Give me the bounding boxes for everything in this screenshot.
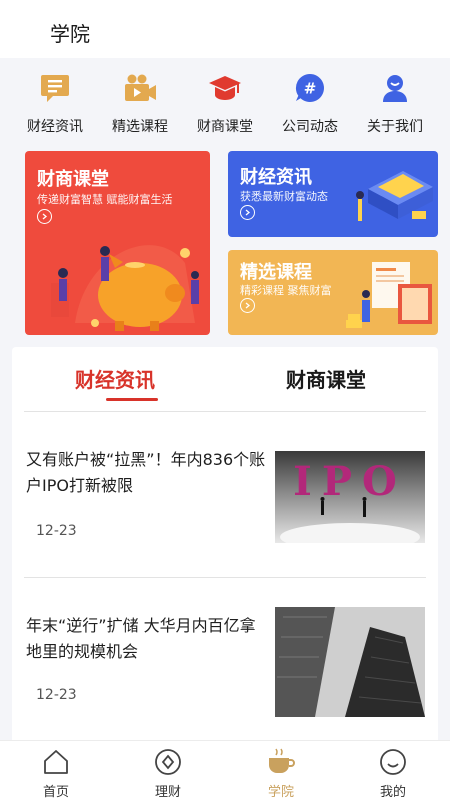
article-date: 12-23 [36,687,77,703]
article-title: 年末“逆行”扩储 大华月内百亿拿地里的规模机会 [26,616,256,661]
quick-nav-item-classroom[interactable]: 财商课堂 [180,70,270,136]
banner-subtitle: 获悉最新财富动态 [240,190,328,203]
home-icon [41,747,71,777]
quick-nav-item-company[interactable]: # 公司动态 [265,70,355,136]
profile-icon [378,747,408,777]
quick-nav-label: 财商课堂 [197,119,253,135]
banner-title: 财商课堂 [37,169,109,190]
coffee-cup-icon [266,747,296,777]
tabbar-item-me[interactable]: 我的 [358,747,428,800]
banner-news[interactable]: 财经资讯 获悉最新财富动态 [228,151,438,237]
arrow-right-icon [240,205,255,220]
hashtag-icon: # [292,70,328,106]
news-icon [37,70,73,106]
courses-illustration [346,262,432,328]
bottom-tab-bar: 首页 理财 学院 我的 [0,740,450,801]
article-feed: 财经资讯 财商课堂 又有账户被“拉黑”！年内836个账户IPO打新被限 12-2… [12,347,438,757]
arrow-right-icon [37,209,52,224]
quick-nav-label: 关于我们 [367,119,423,135]
banner-subtitle: 精彩课程 聚焦财富 [240,284,332,297]
banner-classroom[interactable]: 财商课堂 传递财富智慧 赋能财富生活 [25,151,210,335]
video-camera-icon [122,70,158,106]
tabbar-item-home[interactable]: 首页 [21,747,91,800]
quick-nav: 财经资讯 精选课程 财商课堂 # 公司动态 关于我们 [0,58,450,146]
quick-nav-label: 财经资讯 [27,119,83,135]
tab-classroom[interactable]: 财商课堂 [286,364,366,393]
arrow-right-icon [240,298,255,313]
article-thumbnail [275,607,425,717]
finance-icon [153,747,183,777]
ipo-art-text: IPO [293,458,407,505]
quick-nav-label: 公司动态 [282,119,338,135]
divider [24,411,426,412]
quick-nav-item-about[interactable]: 关于我们 [350,70,440,136]
banner-courses[interactable]: 精选课程 精彩课程 聚焦财富 [228,250,438,335]
tab-news[interactable]: 财经资讯 [75,364,155,393]
tabbar-label: 我的 [379,785,406,800]
quick-nav-label: 精选课程 [112,119,168,135]
article-date: 12-23 [36,523,77,539]
banner-title: 精选课程 [240,262,312,283]
tabbar-label: 学院 [267,785,294,800]
article-title: 又有账户被“拉黑”！年内836个账户IPO打新被限 [26,450,266,495]
quick-nav-item-courses[interactable]: 精选课程 [95,70,185,136]
graduation-cap-icon [207,70,243,106]
divider [24,577,426,578]
piggy-bank-illustration [51,245,199,331]
tabbar-label: 理财 [154,785,181,800]
user-icon [377,70,413,106]
banner-subtitle: 传递财富智慧 赋能财富生活 [37,193,173,206]
isometric-dashboard-illustration [356,171,433,221]
page-title: 学院 [50,22,90,46]
tabbar-item-finance[interactable]: 理财 [133,747,203,800]
quick-nav-item-news[interactable]: 财经资讯 [10,70,100,136]
banner-title: 财经资讯 [240,167,312,188]
article-thumbnail: IPO [275,451,425,543]
header-bar: 学院 [0,0,450,58]
active-tab-indicator [106,398,158,401]
tabbar-item-academy[interactable]: 学院 [246,747,316,800]
svg-text:#: # [304,80,317,98]
tabbar-label: 首页 [42,785,69,800]
